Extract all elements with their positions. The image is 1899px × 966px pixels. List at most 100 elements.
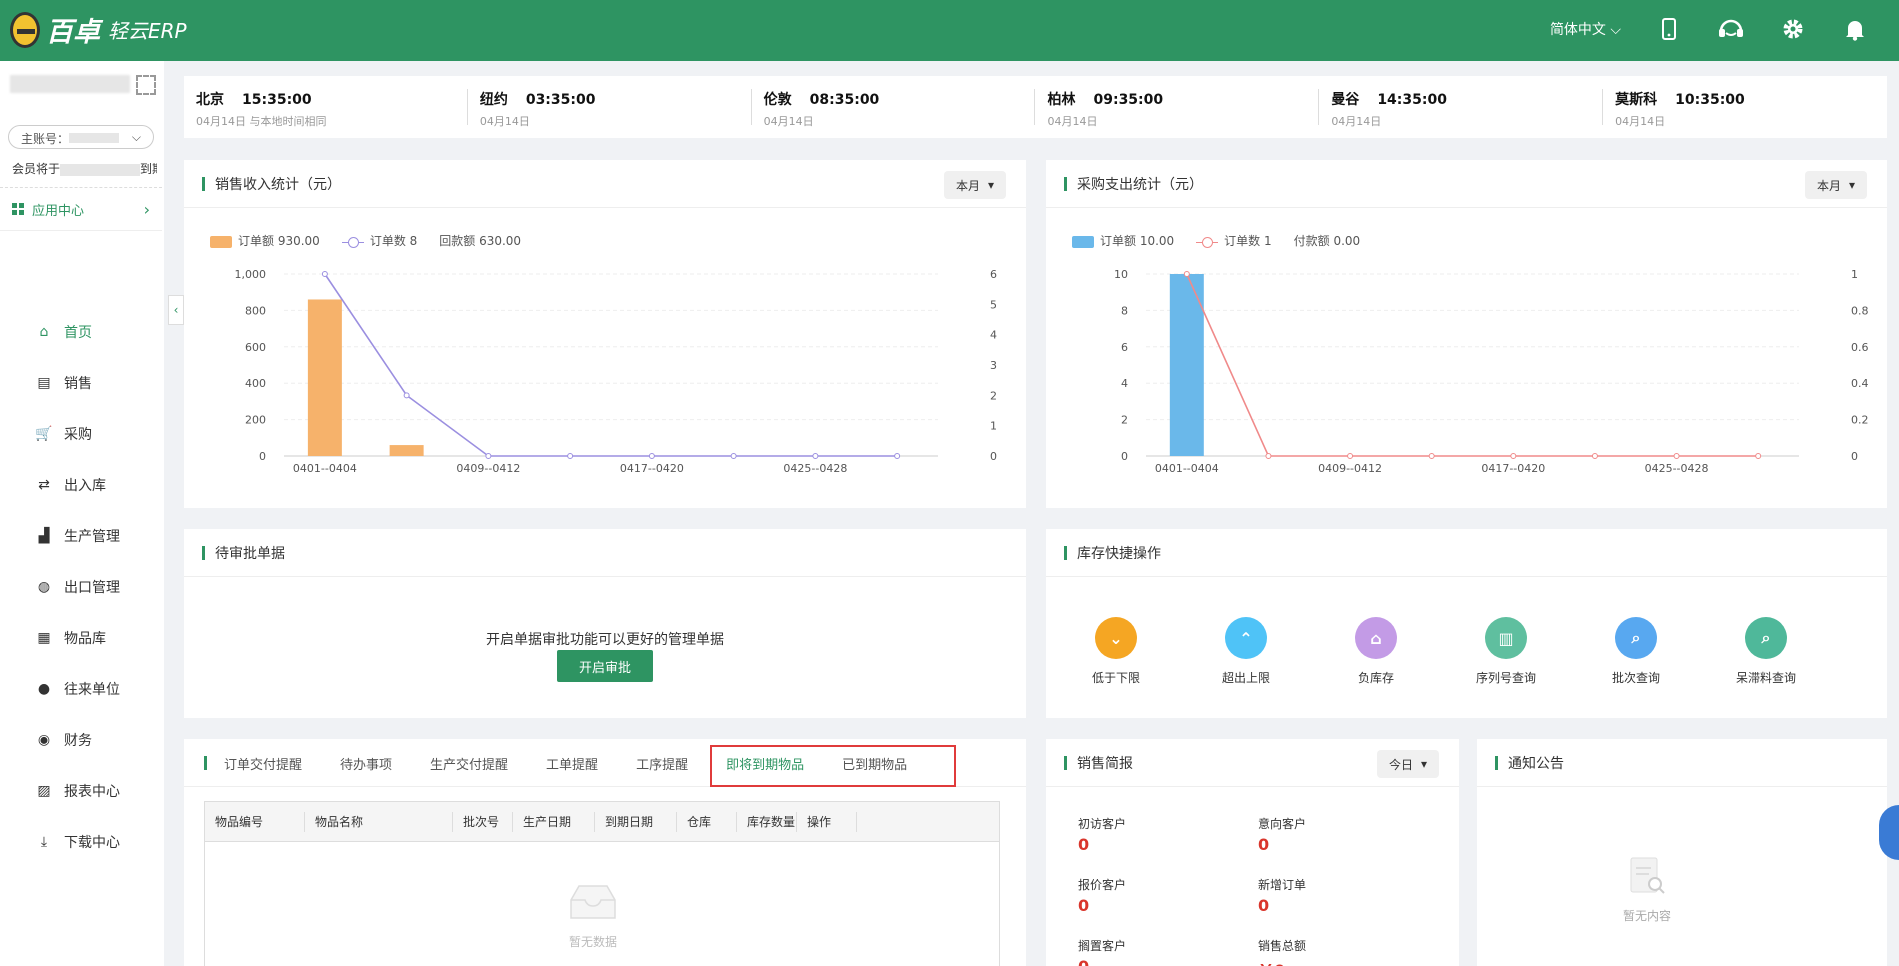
tab-4[interactable]: 工序提醒 <box>636 754 688 773</box>
line-point[interactable] <box>1265 453 1272 459</box>
quick-op-3[interactable]: ▥ 序列号查询 <box>1476 617 1536 686</box>
world-clock-bar: 北京 15:35:00 04月14日 与本地时间相同 纽约 03:35:00 04月14日… <box>184 76 1887 138</box>
quick-op-label: 负库存 <box>1357 671 1394 685</box>
bell-icon[interactable] <box>1841 15 1869 43</box>
assistant-robot-icon[interactable] <box>1879 805 1899 860</box>
y-right-tick: 1 <box>1851 270 1858 281</box>
mobile-icon[interactable] <box>1655 15 1683 43</box>
line-point[interactable] <box>812 453 819 459</box>
line-point[interactable] <box>403 392 410 399</box>
gear-icon[interactable] <box>1779 15 1807 43</box>
line-point[interactable] <box>648 453 655 459</box>
sidebar-item-6[interactable]: ▦ 物品库 <box>0 612 164 663</box>
sidebar-item-label: 首页 <box>64 324 92 341</box>
sidebar-item-1[interactable]: ▤ 销售 <box>0 357 164 408</box>
x-tick: 0401--0404 <box>1155 462 1219 475</box>
y-left-tick: 8 <box>1121 304 1128 317</box>
tab-2[interactable]: 生产交付提醒 <box>430 754 508 773</box>
headset-icon[interactable] <box>1717 15 1745 43</box>
tab-1[interactable]: 待办事项 <box>340 754 392 773</box>
column-header[interactable]: 仓库 <box>677 811 737 832</box>
quick-op-1[interactable]: ⌃ 超出上限 <box>1216 617 1276 686</box>
line-point[interactable] <box>567 453 574 459</box>
legend-bar[interactable]: 订单额 10.00 <box>1072 232 1174 249</box>
column-header[interactable]: 到期日期 <box>595 811 677 832</box>
series-line <box>324 273 898 457</box>
line-point[interactable] <box>894 453 901 459</box>
line-point[interactable] <box>1428 453 1435 459</box>
legend-extra: 付款额 0.00 <box>1293 234 1361 248</box>
brief-value: 0 <box>1078 896 1090 915</box>
quick-op-4[interactable]: ⌕ 批次查询 <box>1606 617 1666 686</box>
brief-item: 销售总额 ￥0 <box>1258 937 1438 966</box>
column-header[interactable]: 物品编号 <box>205 811 305 832</box>
brief-label: 新增订单 <box>1258 878 1307 892</box>
legend-line[interactable]: 订单数 1 <box>1196 232 1272 249</box>
sales-income-panel: 销售收入统计（元） 本月 ▾ 订单额 930.00 订单数 8 回款额 630.0… <box>184 160 1026 508</box>
app-logo[interactable]: 百卓 轻云ERP <box>10 10 187 49</box>
coin-icon: ◉ <box>37 731 51 748</box>
line-point[interactable] <box>730 453 737 459</box>
y-right-tick: 0 <box>990 450 997 463</box>
sidebar-item-4[interactable]: ▟ 生产管理 <box>0 510 164 561</box>
tab-0[interactable]: 订单交付提醒 <box>224 754 302 773</box>
sidebar-item-5[interactable]: ◍ 出口管理 <box>0 561 164 612</box>
brief-label: 初访客户 <box>1078 817 1127 831</box>
column-header[interactable]: 操作 <box>797 811 857 832</box>
sidebar-item-0[interactable]: ⌂ 首页 <box>0 306 164 357</box>
quick-op-5[interactable]: ⌕ 呆滞料查询 <box>1736 617 1796 686</box>
app-center-link[interactable]: 应用中心 › <box>0 187 162 231</box>
clock-date: 04月14日 <box>763 115 814 128</box>
clock-0: 北京 15:35:00 04月14日 与本地时间相同 <box>184 89 468 128</box>
sidebar-item-label: 生产管理 <box>64 528 120 545</box>
sidebar-item-7[interactable]: ● 往来单位 <box>0 663 164 714</box>
collapse-sidebar-button[interactable]: ‹ <box>168 295 184 325</box>
brief-label: 意向客户 <box>1258 817 1307 831</box>
enable-approval-button[interactable]: 开启审批 <box>557 650 653 682</box>
notice-title: 通知公告 <box>1508 755 1564 772</box>
line-point[interactable] <box>1755 453 1762 459</box>
purchase-period-dropdown[interactable]: 本月 ▾ <box>1804 171 1867 199</box>
x-tick: 0425--0428 <box>1645 462 1709 475</box>
brief-item: 报价客户 0 <box>1078 876 1258 915</box>
line-point[interactable] <box>1591 453 1598 459</box>
legend-bar[interactable]: 订单额 930.00 <box>210 232 320 249</box>
sidebar-item-2[interactable]: 🛒 采购 <box>0 408 164 459</box>
column-header[interactable]: 批次号 <box>453 811 513 832</box>
quick-op-0[interactable]: ⌄ 低于下限 <box>1086 617 1146 686</box>
clock-time: 08:35:00 <box>809 92 880 108</box>
language-selector[interactable]: 简体中文 ⌵ <box>1550 19 1621 39</box>
clock-3: 柏林 09:35:00 04月14日 <box>1035 89 1320 128</box>
x-tick: 0409--0412 <box>1318 462 1382 475</box>
brief-item: 意向客户 0 <box>1258 815 1438 854</box>
line-point[interactable] <box>1673 453 1680 459</box>
sidebar-item-8[interactable]: ◉ 财务 <box>0 714 164 765</box>
brief-period-dropdown[interactable]: 今日 ▾ <box>1376 750 1439 778</box>
line-point[interactable] <box>485 453 492 459</box>
line-point[interactable] <box>321 271 328 277</box>
line-point[interactable] <box>1183 271 1190 277</box>
line-point[interactable] <box>1510 453 1517 459</box>
column-header[interactable]: 库存数量 <box>737 811 797 832</box>
bar[interactable] <box>307 299 342 456</box>
qr-code-icon[interactable] <box>136 75 156 95</box>
grid-icon <box>12 203 24 215</box>
line-point[interactable] <box>1347 453 1354 459</box>
account-selector[interactable]: 主账号： ⌵ <box>8 125 154 149</box>
membership-expiry: 会员将于到期 <box>12 162 157 176</box>
globe-icon: ◍ <box>37 578 51 595</box>
bar[interactable] <box>389 445 424 456</box>
legend-line[interactable]: 订单数 8 <box>341 232 417 249</box>
x-tick: 0401--0404 <box>293 462 357 475</box>
tab-3[interactable]: 工单提醒 <box>546 754 598 773</box>
sidebar-item-9[interactable]: ▨ 报表中心 <box>0 765 164 816</box>
column-header[interactable]: 物品名称 <box>305 811 453 832</box>
y-left-tick: 4 <box>1121 377 1128 390</box>
clock-date: 04月14日 与本地时间相同 <box>196 115 327 128</box>
brief-label: 搁置客户 <box>1078 939 1127 953</box>
sidebar-item-10[interactable]: ⤓ 下载中心 <box>0 816 164 867</box>
quick-op-2[interactable]: ⌂ 负库存 <box>1346 617 1406 686</box>
sales-period-dropdown[interactable]: 本月 ▾ <box>943 171 1006 199</box>
sidebar-item-3[interactable]: ⇄ 出入库 <box>0 459 164 510</box>
column-header[interactable]: 生产日期 <box>513 811 595 832</box>
